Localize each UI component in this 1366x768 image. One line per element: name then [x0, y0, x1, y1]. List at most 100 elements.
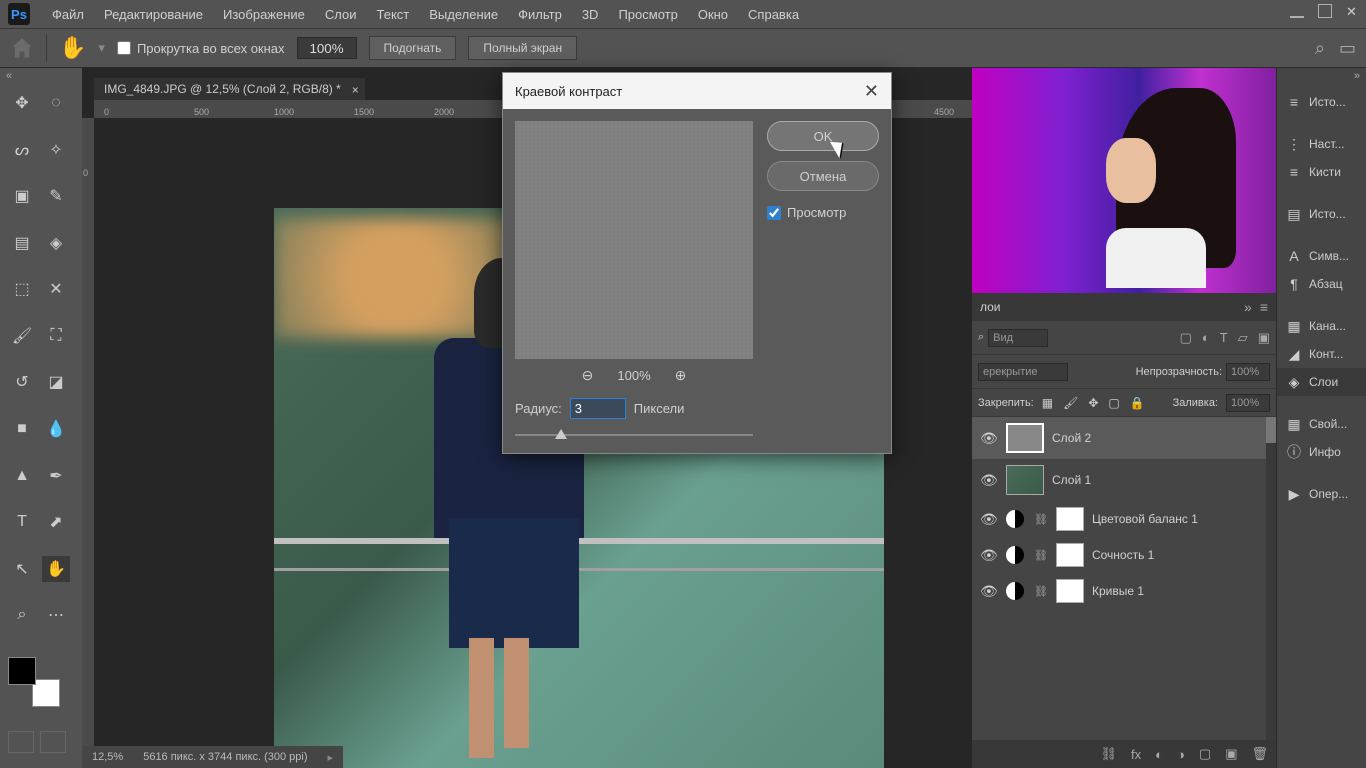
fit-screen-button[interactable]: Подогнать: [369, 36, 457, 60]
panel-menu-icon[interactable]: ≡: [1260, 299, 1268, 315]
navigator-preview[interactable]: [972, 68, 1276, 293]
menu-window[interactable]: Окно: [688, 3, 738, 26]
blend-mode-select[interactable]: [978, 363, 1068, 381]
dodge-tool[interactable]: ▲: [8, 463, 36, 489]
gradient-tool[interactable]: ■: [8, 416, 36, 442]
menu-file[interactable]: Файл: [42, 3, 94, 26]
link-layers-icon[interactable]: ⛓: [1101, 746, 1118, 762]
window-close-icon[interactable]: ✕: [1346, 4, 1360, 18]
search-icon[interactable]: ⌕: [978, 331, 984, 344]
quickmask-mode-icon[interactable]: [40, 731, 66, 753]
slider-handle[interactable]: [555, 429, 567, 439]
brush-tool[interactable]: 🖌: [8, 323, 36, 349]
new-adjustment-icon[interactable]: ◑: [1177, 747, 1185, 762]
add-mask-icon[interactable]: ◐: [1155, 747, 1163, 762]
layer-name[interactable]: Слой 2: [1052, 431, 1091, 445]
filter-smart-icon[interactable]: ▣: [1258, 330, 1270, 346]
mask-link-icon[interactable]: ⛓: [1034, 549, 1048, 562]
path-tool[interactable]: ⬈: [42, 509, 70, 535]
layer-row[interactable]: 👁 Слой 1: [972, 459, 1276, 501]
scroll-all-windows-checkbox[interactable]: Прокрутка во всех окнах: [117, 41, 285, 56]
layer-row[interactable]: 👁 Слой 2: [972, 417, 1276, 459]
full-screen-button[interactable]: Полный экран: [468, 36, 577, 60]
background-color[interactable]: [32, 679, 60, 707]
window-maximize-icon[interactable]: [1318, 4, 1332, 18]
eyedropper-tool[interactable]: ✎: [42, 183, 70, 209]
shape-tool[interactable]: ↖: [8, 556, 36, 582]
panel-actions[interactable]: ▶Опер...: [1277, 480, 1366, 508]
layer-mask-thumbnail[interactable]: [1056, 507, 1084, 531]
filter-shape-icon[interactable]: ▱: [1238, 330, 1248, 346]
dialog-preview-image[interactable]: [515, 121, 753, 359]
layer-filter-kind[interactable]: [988, 329, 1048, 347]
radius-input[interactable]: [570, 398, 626, 419]
layer-name[interactable]: Цветовой баланс 1: [1092, 512, 1198, 526]
hand-tool-icon[interactable]: ✋: [59, 35, 86, 61]
pen-tool[interactable]: ✒: [42, 463, 70, 489]
ruler-tool[interactable]: ▤: [8, 230, 36, 256]
zoom-in-icon[interactable]: ⊕: [675, 367, 687, 384]
layers-list[interactable]: 👁 Слой 2 👁 Слой 1 👁 ⛓ Цветовой баланс 1: [972, 417, 1276, 740]
new-group-icon[interactable]: ▢: [1199, 746, 1211, 762]
panel-properties[interactable]: ▦Свой...: [1277, 410, 1366, 438]
zoom-out-icon[interactable]: ⊖: [582, 367, 594, 384]
eraser-tool[interactable]: ◪: [42, 369, 70, 395]
lock-image-icon[interactable]: 🖌: [1063, 396, 1078, 410]
mask-link-icon[interactable]: ⛓: [1034, 513, 1048, 526]
layers-scrollbar[interactable]: [1266, 417, 1276, 740]
blur-tool[interactable]: 💧: [42, 416, 70, 442]
crop-tool[interactable]: ▣: [8, 183, 36, 209]
delete-layer-icon[interactable]: 🗑: [1251, 746, 1268, 762]
status-zoom[interactable]: 12,5%: [92, 751, 123, 763]
preview-checkbox[interactable]: Просмотр: [767, 205, 879, 220]
panel-paragraph[interactable]: ¶Абзац: [1277, 270, 1366, 298]
menu-image[interactable]: Изображение: [213, 3, 315, 26]
panel-expand-icon[interactable]: »: [1244, 299, 1252, 315]
move-tool[interactable]: ✥: [8, 90, 36, 116]
menu-select[interactable]: Выделение: [419, 3, 508, 26]
visibility-icon[interactable]: 👁: [980, 430, 998, 447]
layer-name[interactable]: Сочность 1: [1092, 548, 1154, 562]
menu-text[interactable]: Текст: [367, 3, 420, 26]
search-icon[interactable]: ⌕: [1315, 38, 1325, 59]
panel-paths[interactable]: ◢Конт...: [1277, 340, 1366, 368]
menu-help[interactable]: Справка: [738, 3, 809, 26]
menu-edit[interactable]: Редактирование: [94, 3, 213, 26]
menu-view[interactable]: Просмотр: [608, 3, 687, 26]
zoom-tool[interactable]: ⌕: [8, 602, 36, 628]
filter-adjust-icon[interactable]: ◐: [1202, 330, 1210, 346]
lock-artboard-icon[interactable]: ▢: [1108, 396, 1119, 410]
layer-name[interactable]: Слой 1: [1052, 473, 1091, 487]
frame-tool[interactable]: ⬚: [8, 276, 36, 302]
menu-filter[interactable]: Фильтр: [508, 3, 572, 26]
type-tool[interactable]: T: [8, 509, 36, 535]
status-docinfo[interactable]: 5616 пикс. x 3744 пикс. (300 ppi): [143, 751, 307, 763]
layer-thumbnail[interactable]: [1006, 423, 1044, 453]
close-tab-icon[interactable]: ×: [352, 83, 359, 97]
layer-fx-icon[interactable]: fx: [1131, 747, 1141, 762]
foreground-color[interactable]: [8, 657, 36, 685]
edit-toolbar[interactable]: ⋯: [42, 602, 70, 628]
panel-adjustments[interactable]: ⋮Наст...: [1277, 130, 1366, 158]
standard-mode-icon[interactable]: [8, 731, 34, 753]
visibility-icon[interactable]: 👁: [980, 472, 998, 489]
panel-layers[interactable]: ◈Слои: [1277, 368, 1366, 396]
patch-tool[interactable]: ◈: [42, 230, 70, 256]
history-brush-tool[interactable]: ↺: [8, 369, 36, 395]
dialog-close-icon[interactable]: ✕: [864, 81, 879, 102]
layer-row[interactable]: 👁 ⛓ Кривые 1: [972, 573, 1276, 609]
marquee-tool[interactable]: ◌: [42, 90, 70, 116]
filter-pixel-icon[interactable]: ▢: [1180, 330, 1192, 346]
home-icon[interactable]: [10, 36, 34, 60]
panel-character[interactable]: AСимв...: [1277, 242, 1366, 270]
ok-button[interactable]: OK: [767, 121, 879, 151]
window-minimize-icon[interactable]: [1290, 4, 1304, 18]
layer-mask-thumbnail[interactable]: [1056, 543, 1084, 567]
hand-tool[interactable]: ✋: [42, 556, 70, 582]
ruler-vertical[interactable]: 0: [82, 118, 94, 768]
visibility-icon[interactable]: 👁: [980, 547, 998, 564]
layer-mask-thumbnail[interactable]: [1056, 579, 1084, 603]
opacity-input[interactable]: [1226, 363, 1270, 381]
zoom-input[interactable]: [297, 37, 357, 59]
lock-transparency-icon[interactable]: ▦: [1042, 396, 1053, 410]
